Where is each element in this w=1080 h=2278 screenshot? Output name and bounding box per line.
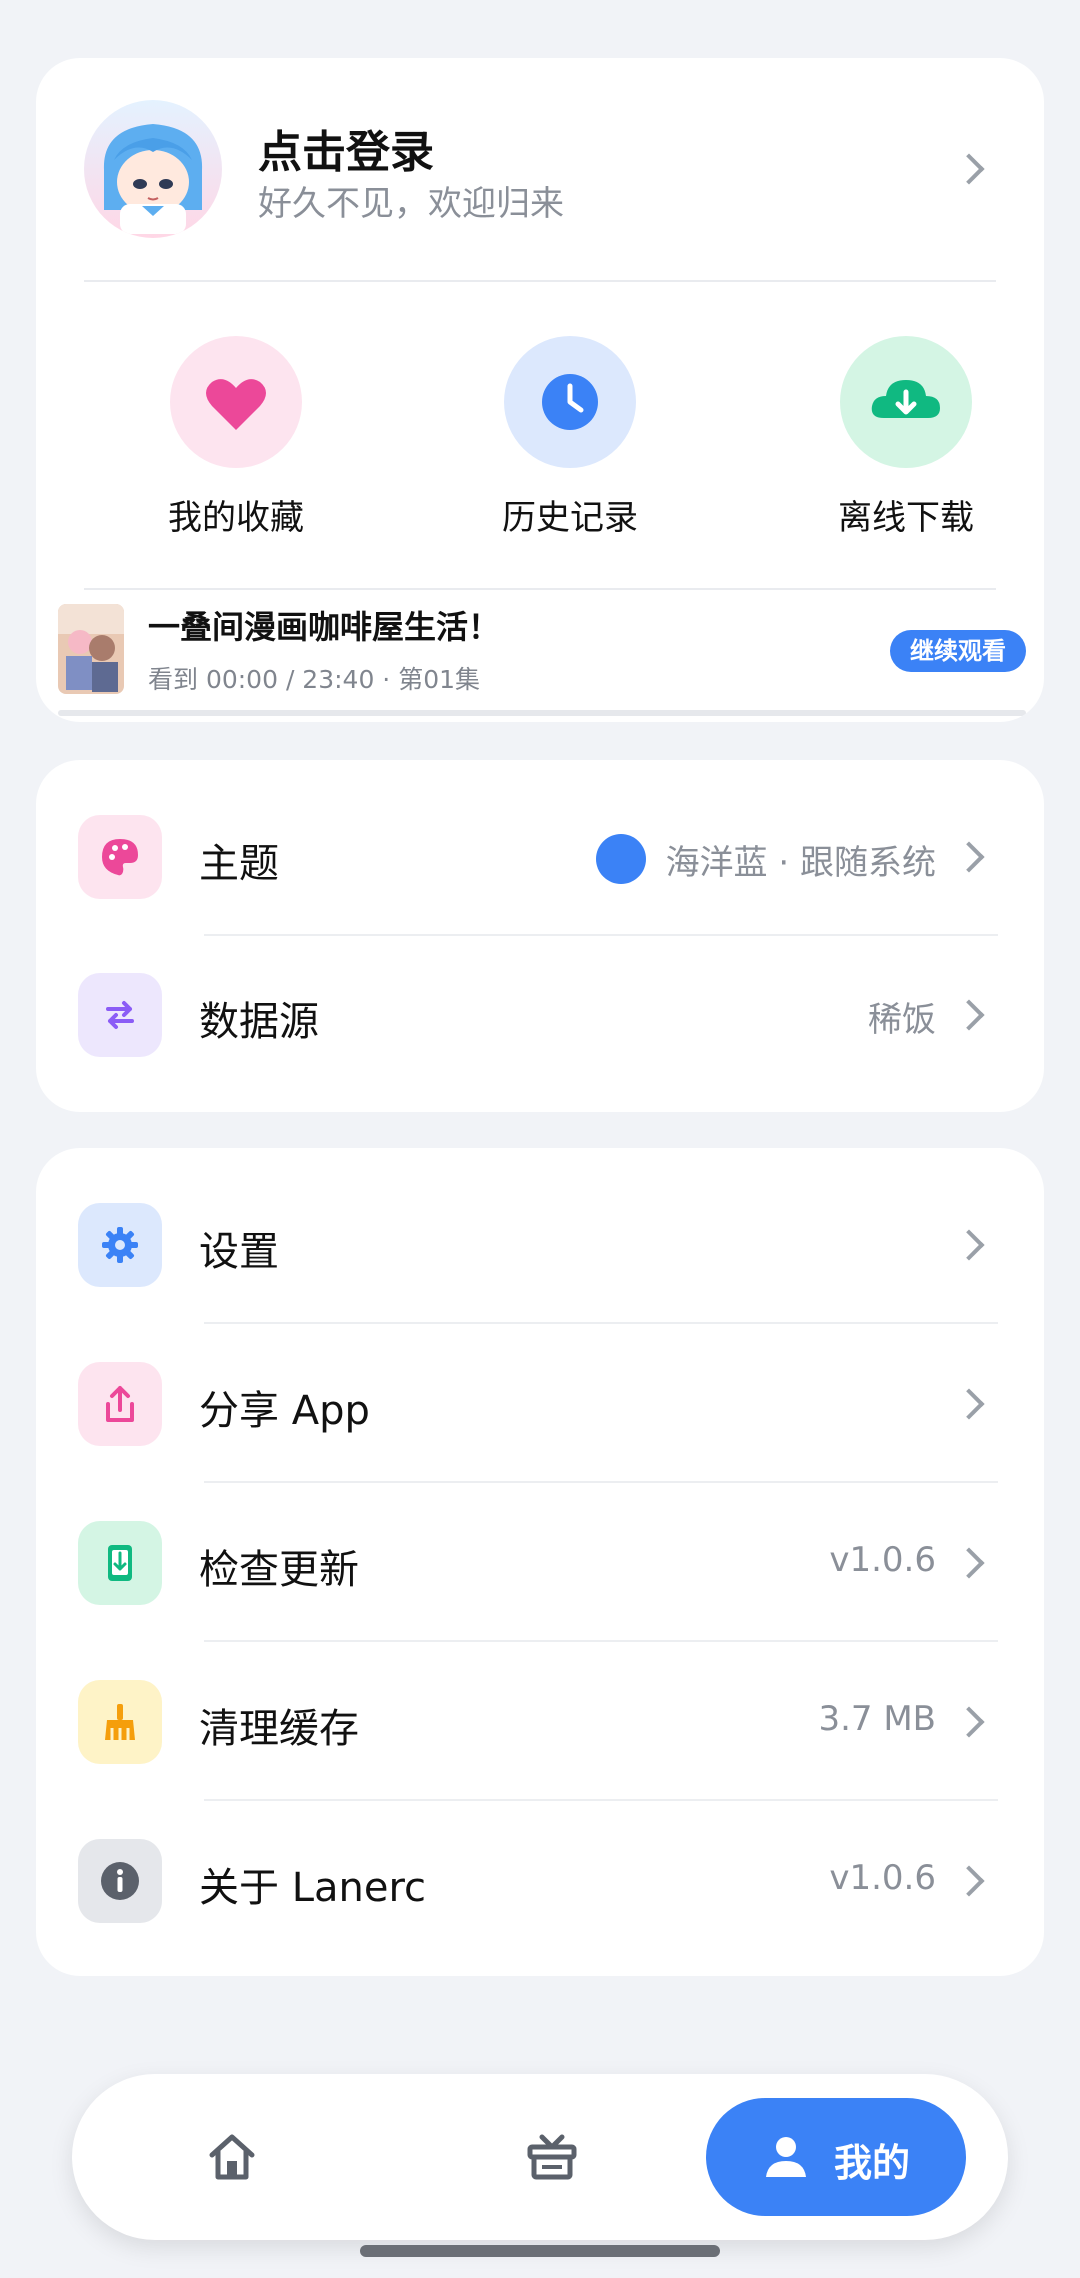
check-update-row[interactable]: 检查更新 v1.0.6: [36, 1484, 1044, 1642]
broom-icon: [78, 1680, 162, 1764]
anime-title: 一叠间漫画咖啡屋生活！: [148, 608, 501, 646]
theme-label: 主题: [199, 841, 279, 887]
nav-mine-button[interactable]: 我的: [706, 2098, 966, 2216]
share-app-row[interactable]: 分享 App: [36, 1325, 1044, 1483]
clock-icon: [504, 336, 636, 468]
chevron-right-icon: [953, 1229, 985, 1261]
settings-label: 设置: [199, 1229, 279, 1275]
clear-cache-label: 清理缓存: [199, 1706, 359, 1752]
share-icon: [78, 1362, 162, 1446]
info-icon: [78, 1839, 162, 1923]
data-source-value: 稀饭: [868, 1000, 936, 1040]
nav-mine-label: 我的: [834, 2141, 911, 2185]
offline-download-button[interactable]: 离线下载: [776, 336, 1036, 539]
anime-thumbnail[interactable]: [58, 604, 124, 694]
offline-download-label: 离线下载: [838, 498, 974, 538]
continue-watching-button[interactable]: 继续观看: [890, 630, 1026, 672]
theme-value-text: 海洋蓝 · 跟随系统: [665, 842, 936, 883]
profile-card: 点击登录 好久不见，欢迎归来 我的收藏 历史记录 离线下载 一叠间漫画咖啡屋生活…: [36, 58, 1044, 722]
theme-color-swatch: [595, 834, 646, 884]
check-update-label: 检查更新: [199, 1547, 359, 1593]
palette-icon: [78, 815, 162, 899]
gift-icon: [527, 2134, 577, 2180]
clear-cache-row[interactable]: 清理缓存 3.7 MB: [36, 1643, 1044, 1801]
heart-icon: [170, 336, 302, 468]
data-source-row[interactable]: 数据源 稀饭: [36, 936, 1044, 1094]
chevron-right-icon: [953, 1547, 985, 1579]
nav-home-button[interactable]: [172, 2074, 292, 2240]
theme-card: 主题 海洋蓝 · 跟随系统 数据源 稀饭: [36, 760, 1044, 1112]
chevron-right-icon: [953, 1865, 985, 1897]
continue-watching-row[interactable]: 一叠间漫画咖啡屋生活！ 看到 00:00 / 23:40 · 第01集 继续观看: [36, 598, 1044, 722]
watch-progress-bar: [58, 710, 1026, 716]
divider: [84, 280, 996, 282]
settings-row[interactable]: 设置: [36, 1166, 1044, 1324]
watch-progress-text: 看到 00:00 / 23:40 · 第01集: [148, 665, 481, 694]
divider: [84, 588, 996, 590]
home-indicator: [360, 2245, 720, 2257]
bottom-nav: 我的: [72, 2074, 1008, 2240]
theme-row[interactable]: 主题 海洋蓝 · 跟随系统: [36, 778, 1044, 936]
settings-card: 设置 分享 App 检查更新 v1.0.6 清理缓存 3.7 MB 关于 Lan…: [36, 1148, 1044, 1976]
login-title[interactable]: 点击登录: [258, 116, 434, 180]
login-row[interactable]: 点击登录 好久不见，欢迎归来: [36, 58, 1044, 278]
avatar[interactable]: [84, 100, 222, 238]
chevron-right-icon: [953, 153, 985, 185]
version-value: v1.0.6: [829, 1540, 936, 1580]
chevron-right-icon: [953, 841, 985, 873]
theme-value: 海洋蓝 · 跟随系统: [595, 834, 936, 884]
divider: [204, 1322, 998, 1324]
swap-arrows-icon: [78, 973, 162, 1057]
favorites-label: 我的收藏: [168, 498, 304, 538]
about-label: 关于 Lanerc: [199, 1865, 427, 1911]
favorites-button[interactable]: 我的收藏: [106, 336, 366, 539]
cache-size-value: 3.7 MB: [818, 1699, 936, 1739]
cloud-download-icon: [840, 336, 972, 468]
gear-icon: [78, 1203, 162, 1287]
divider: [204, 1481, 998, 1483]
share-app-label: 分享 App: [199, 1388, 370, 1434]
about-row[interactable]: 关于 Lanerc v1.0.6: [36, 1802, 1044, 1960]
history-button[interactable]: 历史记录: [440, 336, 700, 539]
phone-download-icon: [78, 1521, 162, 1605]
login-subtitle: 好久不见，欢迎归来: [258, 184, 564, 224]
about-version-value: v1.0.6: [829, 1858, 936, 1898]
avatar-illustration: [103, 124, 203, 234]
chevron-right-icon: [953, 999, 985, 1031]
data-source-label: 数据源: [199, 999, 319, 1045]
chevron-right-icon: [953, 1706, 985, 1738]
divider: [204, 1799, 998, 1801]
nav-gift-button[interactable]: [492, 2074, 612, 2240]
history-label: 历史记录: [502, 498, 638, 538]
home-icon: [209, 2134, 255, 2180]
user-icon: [766, 2137, 806, 2177]
chevron-right-icon: [953, 1388, 985, 1420]
divider: [204, 1640, 998, 1642]
